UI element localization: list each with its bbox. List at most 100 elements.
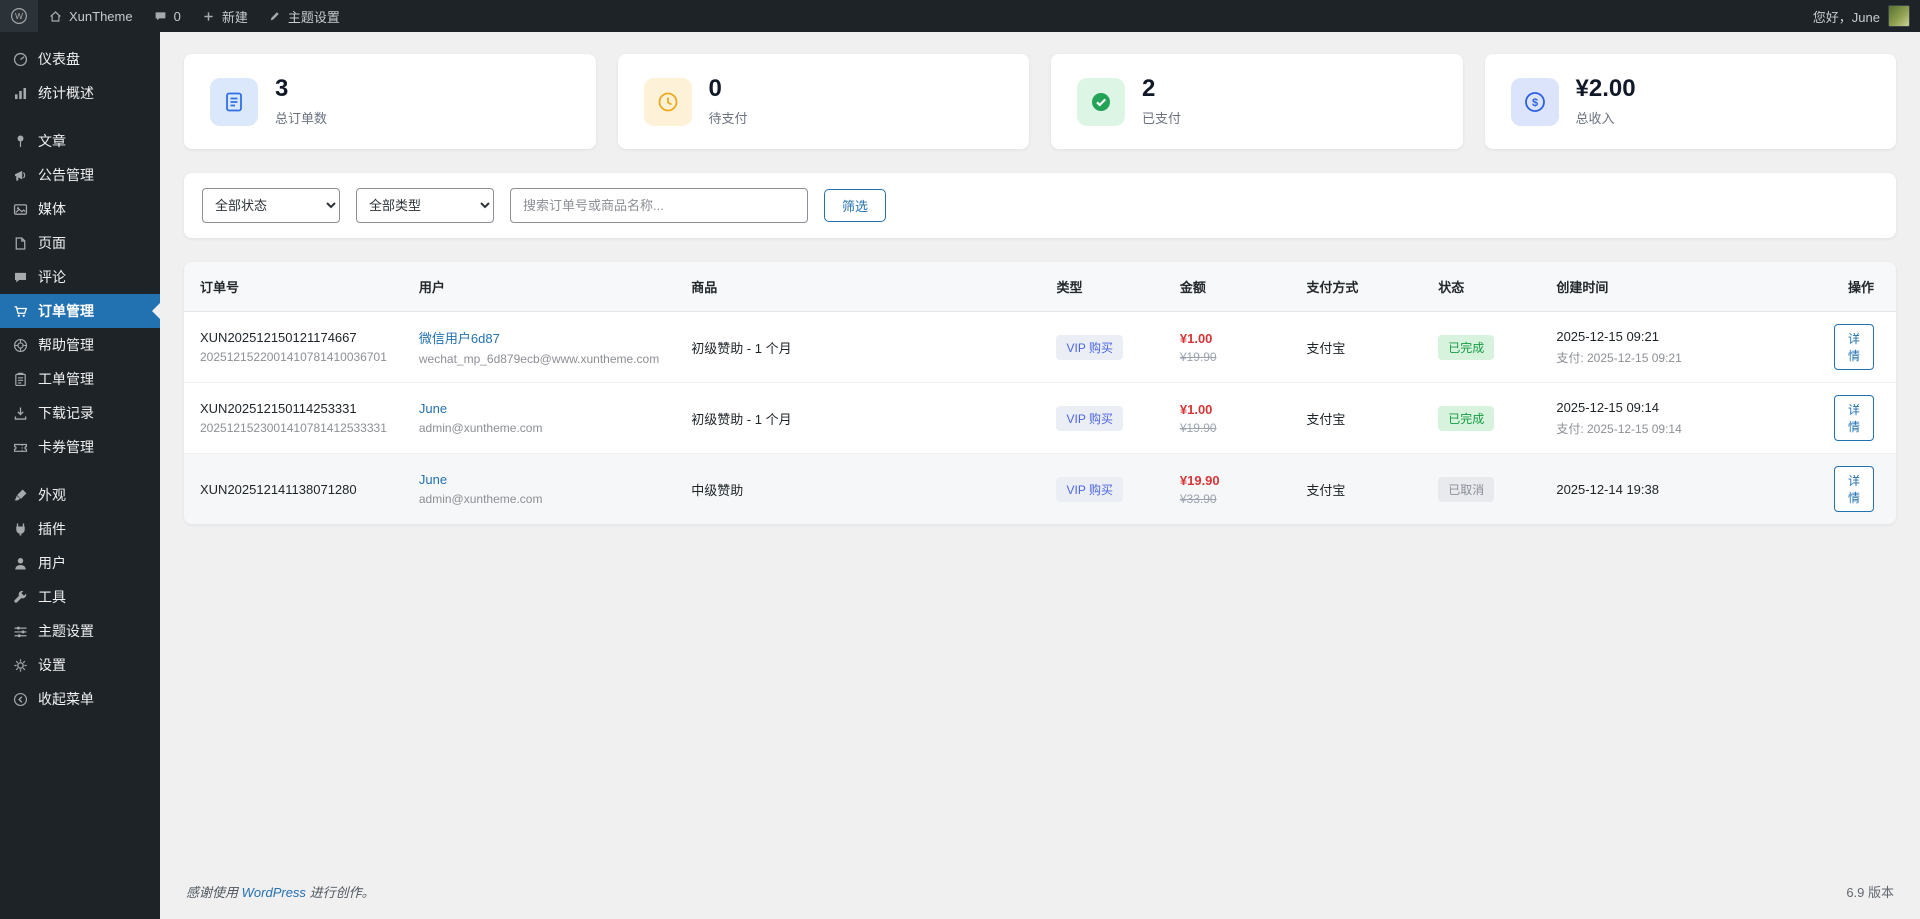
payment-method: 支付宝 <box>1290 382 1423 455</box>
theme-settings-label: 主题设置 <box>287 9 340 25</box>
product-name: 初级赞助 - 1 个月 <box>675 382 1041 455</box>
header-order-no: 订单号 <box>184 262 403 313</box>
sidebar-item-tickets[interactable]: 工单管理 <box>0 362 160 396</box>
search-input[interactable] <box>510 188 808 224</box>
detail-button[interactable]: 详情 <box>1833 395 1874 442</box>
sidebar-item-settings[interactable]: 设置 <box>0 648 160 682</box>
sidebar-item-label: 工具 <box>38 589 66 605</box>
sidebar-item-dashboard[interactable]: 仪表盘 <box>0 42 160 76</box>
stat-card-revenue: $ ¥2.00 总收入 <box>1484 54 1896 150</box>
comments-menu[interactable]: 0 <box>143 0 191 32</box>
new-content-menu[interactable]: 新建 <box>191 0 258 32</box>
footer-thanks-prefix: 感谢使用 <box>186 885 239 900</box>
user-link[interactable]: June <box>419 401 447 416</box>
admin-bar: W XunTheme 0 新建 主题设置 您好，June <box>0 0 1920 32</box>
lifering-icon <box>11 337 29 354</box>
sidebar-item-label: 外观 <box>38 487 66 503</box>
order-trade-no: 2025121523001410781412533331 <box>200 421 387 436</box>
status-filter-select[interactable]: 全部状态 <box>202 188 340 224</box>
version-text: 6.9 版本 <box>1846 885 1894 900</box>
sidebar-item-stats[interactable]: 统计概述 <box>0 76 160 110</box>
orders-table-panel: 订单号 用户 商品 类型 金额 支付方式 状态 创建时间 操作 XUN20251… <box>184 262 1896 525</box>
filter-button[interactable]: 筛选 <box>824 189 887 223</box>
wordpress-link[interactable]: WordPress <box>242 885 306 900</box>
home-icon <box>48 9 63 24</box>
sidebar-item-appearance[interactable]: 外观 <box>0 478 160 512</box>
table-header-row: 订单号 用户 商品 类型 金额 支付方式 状态 创建时间 操作 <box>184 262 1896 313</box>
sidebar-item-label: 收起菜单 <box>38 691 94 707</box>
sidebar-item-pages[interactable]: 页面 <box>0 226 160 260</box>
user-greeting: 您好，June <box>1812 9 1880 25</box>
stat-label: 总收入 <box>1575 111 1615 127</box>
theme-settings-menu[interactable]: 主题设置 <box>258 0 350 32</box>
site-name-menu[interactable]: XunTheme <box>38 0 143 32</box>
sidebar-item-theme-settings[interactable]: 主题设置 <box>0 614 160 648</box>
wordpress-logo-menu[interactable]: W <box>0 0 38 32</box>
main-content: 3 总订单数 0 待支付 2 已支付 $ ¥2.00 总收入 全部状态 全部类型… <box>160 32 1920 919</box>
detail-button[interactable]: 详情 <box>1833 324 1874 371</box>
sidebar-item-label: 媒体 <box>38 201 66 217</box>
clipboard-icon <box>11 371 29 388</box>
sidebar-item-users[interactable]: 用户 <box>0 546 160 580</box>
user-avatar <box>1888 5 1910 27</box>
svg-text:$: $ <box>1531 97 1537 109</box>
user-link[interactable]: 微信用户6d87 <box>419 331 500 346</box>
status-badge: 已取消 <box>1438 476 1495 502</box>
user-link[interactable]: June <box>419 472 447 487</box>
sidebar-item-collapse-menu[interactable]: 收起菜单 <box>0 682 160 716</box>
header-status: 状态 <box>1422 262 1541 313</box>
status-badge: 已完成 <box>1438 334 1495 360</box>
stat-card-paid: 2 已支付 <box>1051 54 1463 150</box>
sidebar-item-label: 下载记录 <box>38 405 94 421</box>
svg-text:W: W <box>15 11 24 21</box>
order-type-badge: VIP 购买 <box>1056 476 1123 502</box>
sidebar-item-tools[interactable]: 工具 <box>0 580 160 614</box>
plus-icon <box>201 9 216 24</box>
sidebar-item-coupons[interactable]: 卡券管理 <box>0 430 160 464</box>
clock-icon <box>643 77 692 126</box>
pushpin-icon <box>11 133 29 150</box>
detail-button[interactable]: 详情 <box>1833 466 1874 513</box>
cart-icon <box>11 303 29 320</box>
header-amount: 金额 <box>1163 262 1291 313</box>
stat-label: 已支付 <box>1142 111 1182 127</box>
sidebar-item-comments[interactable]: 评论 <box>0 260 160 294</box>
sidebar-item-label: 主题设置 <box>38 623 94 639</box>
stat-value: 0 <box>708 75 722 102</box>
footer-thanks: 感谢使用 WordPress 进行创作。 <box>186 882 375 901</box>
admin-bar-account[interactable]: 您好，June <box>1813 5 1920 27</box>
sidebar-item-downloads[interactable]: 下载记录 <box>0 396 160 430</box>
site-name: XunTheme <box>69 8 133 24</box>
dashboard-icon <box>11 51 29 68</box>
sliders-icon <box>11 623 29 640</box>
sidebar-item-label: 卡券管理 <box>38 439 94 455</box>
created-at: 2025-12-15 09:14 <box>1556 399 1659 415</box>
stat-value: 3 <box>275 75 289 102</box>
order-type-badge: VIP 购买 <box>1056 405 1123 431</box>
sidebar-item-help[interactable]: 帮助管理 <box>0 328 160 362</box>
product-name: 中级赞助 <box>691 482 744 498</box>
header-action: 操作 <box>1817 262 1896 313</box>
sidebar-item-label: 页面 <box>38 235 66 251</box>
user-email: admin@xuntheme.com <box>418 492 543 507</box>
payment-method: 支付宝 <box>1306 482 1346 498</box>
sidebar-item-label: 工单管理 <box>38 371 94 387</box>
download-icon <box>11 405 29 422</box>
sidebar-item-orders[interactable]: 订单管理 <box>0 294 160 328</box>
sidebar-item-plugins[interactable]: 插件 <box>0 512 160 546</box>
order-original-amount: ¥19.90 <box>1179 349 1217 364</box>
sidebar-item-announcements[interactable]: 公告管理 <box>0 158 160 192</box>
table-row: XUN202512150114253331 202512152300141078… <box>184 382 1896 455</box>
stat-value: ¥2.00 <box>1575 75 1636 102</box>
order-trade-no: 2025121522001410781410036701 <box>200 350 387 365</box>
sidebar-item-label: 文章 <box>38 133 66 149</box>
sidebar-item-label: 帮助管理 <box>38 337 94 353</box>
status-badge: 已完成 <box>1438 405 1495 431</box>
sidebar-item-media[interactable]: 媒体 <box>0 192 160 226</box>
admin-footer: 感谢使用 WordPress 进行创作。 6.9 版本 <box>160 868 1920 919</box>
type-filter-select[interactable]: 全部类型 <box>356 188 494 224</box>
stat-card-total-orders: 3 总订单数 <box>184 54 596 150</box>
comments-count: 0 <box>173 8 181 24</box>
bar-chart-icon <box>11 85 29 102</box>
sidebar-item-posts[interactable]: 文章 <box>0 124 160 158</box>
